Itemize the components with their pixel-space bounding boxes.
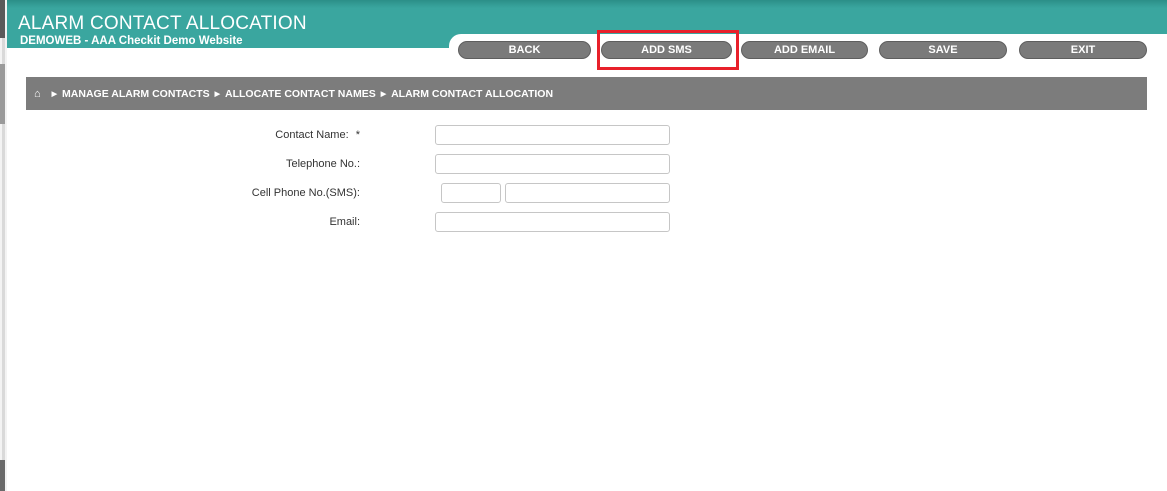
save-button[interactable]: SAVE bbox=[879, 41, 1007, 59]
window-left-edge bbox=[0, 0, 7, 491]
breadcrumb-item-alarm-contact-allocation: ALARM CONTACT ALLOCATION bbox=[391, 87, 554, 100]
page-title: ALARM CONTACT ALLOCATION bbox=[18, 13, 307, 34]
email-label: Email: bbox=[329, 216, 360, 228]
email-input[interactable] bbox=[435, 212, 670, 232]
exit-button[interactable]: EXIT bbox=[1019, 41, 1147, 59]
required-mark: * bbox=[355, 129, 360, 141]
breadcrumb-separator-icon: ▶ bbox=[214, 90, 221, 98]
breadcrumb-item-allocate-contact-names[interactable]: ALLOCATE CONTACT NAMES bbox=[225, 88, 376, 100]
breadcrumb-separator-icon: ▶ bbox=[380, 90, 387, 98]
cell-phone-prefix-input[interactable] bbox=[441, 183, 501, 203]
add-sms-button[interactable]: ADD SMS bbox=[601, 41, 732, 59]
add-email-button[interactable]: ADD EMAIL bbox=[741, 41, 868, 59]
site-subtitle: DEMOWEB - AAA Checkit Demo Website bbox=[20, 35, 243, 47]
back-button[interactable]: BACK bbox=[458, 41, 591, 59]
telephone-input[interactable] bbox=[435, 154, 670, 174]
cell-phone-label: Cell Phone No.(SMS): bbox=[251, 187, 360, 199]
edge-segment bbox=[0, 64, 5, 124]
home-icon[interactable]: ⌂ bbox=[34, 88, 41, 100]
breadcrumb-separator-icon: ▶ bbox=[51, 90, 58, 98]
breadcrumb-item-manage-alarm-contacts[interactable]: MANAGE ALARM CONTACTS bbox=[62, 88, 210, 100]
edge-segment bbox=[0, 0, 5, 38]
contact-name-input[interactable] bbox=[435, 125, 670, 145]
contact-name-label: Contact Name: * bbox=[275, 129, 360, 141]
contact-name-label-text: Contact Name: bbox=[275, 129, 349, 141]
breadcrumb: ⌂ ▶ MANAGE ALARM CONTACTS ▶ ALLOCATE CON… bbox=[26, 77, 1147, 110]
header-top-band bbox=[7, 0, 1167, 8]
cell-phone-number-input[interactable] bbox=[505, 183, 670, 203]
edge-segment bbox=[0, 460, 5, 491]
telephone-label: Telephone No.: bbox=[286, 158, 360, 170]
